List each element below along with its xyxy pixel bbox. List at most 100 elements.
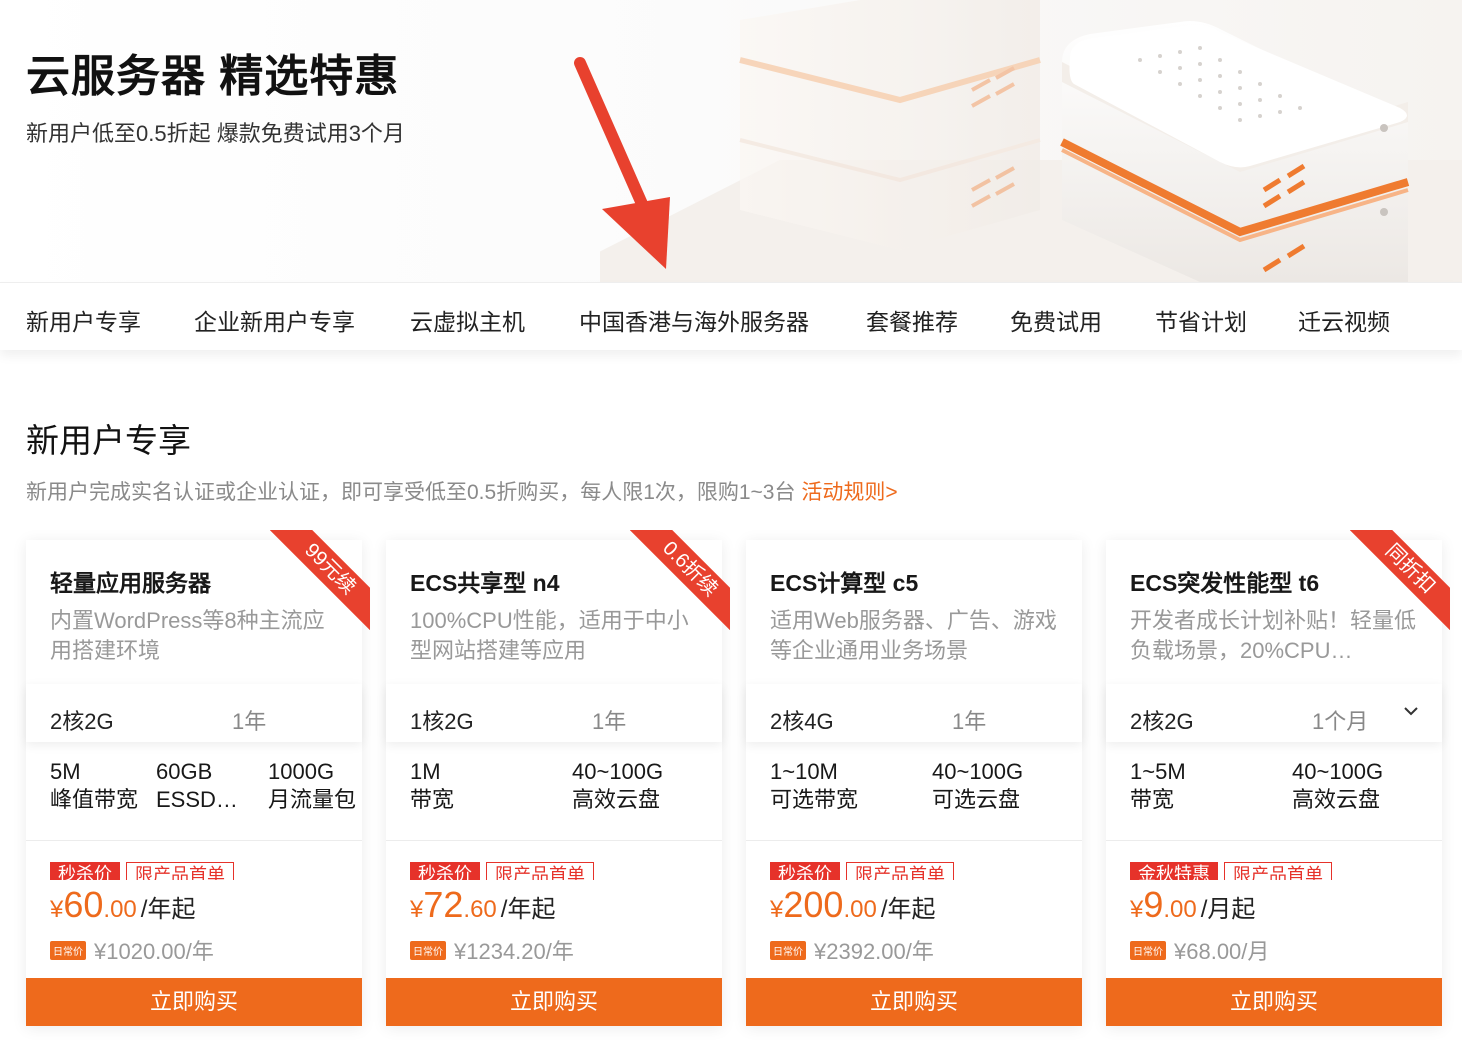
spec-selector[interactable]: 2核4G 1年 — [746, 684, 1082, 742]
feature-label: 高效云盘 — [1292, 787, 1381, 812]
buy-now-button[interactable]: 立即购买 — [386, 978, 722, 1026]
product-name: ECS共享型 n4 — [410, 570, 560, 596]
nav-item-free-trial[interactable]: 免费试用 — [1010, 303, 1102, 337]
feature-label: 带宽 — [410, 787, 455, 812]
tag-list: 秒杀价 限产品首单 — [50, 862, 350, 880]
activity-rules-link[interactable]: 活动规则> — [801, 481, 897, 504]
feature-bandwidth: 1M 带宽 — [410, 758, 454, 814]
price-unit: /年起 — [500, 896, 556, 923]
nav-item-virtual-host[interactable]: 云虚拟主机 — [410, 303, 525, 337]
feature-label: ESSD… — [156, 787, 238, 812]
original-price-badge: 日常价 — [1130, 940, 1166, 960]
feature-value: 40~100G — [932, 759, 1024, 784]
feature-value: 60GB — [156, 759, 213, 784]
divider — [26, 840, 362, 841]
nav-item-migration-video[interactable]: 迁云视频 — [1298, 303, 1390, 337]
product-description: 适用Web服务器、广告、游戏等企业通用业务场景 — [770, 608, 1057, 663]
original-price: 日常价 ¥1020.00/年 — [50, 934, 214, 966]
section-description: 新用户完成实名认证或企业认证，即可享受低至0.5折购买，每人限1次，限购1~3台… — [26, 476, 898, 506]
limit-tag: 限产品首单 — [846, 862, 954, 880]
spec-config: 2核4G — [770, 709, 834, 734]
product-name: 轻量应用服务器 — [50, 570, 211, 596]
price-unit: /年起 — [880, 896, 936, 923]
nav-item-new-user[interactable]: 新用户专享 — [26, 303, 141, 337]
feature-bandwidth: 1~10M 可选带宽 — [770, 758, 858, 814]
category-nav: 新用户专享 企业新用户专享 云虚拟主机 中国香港与海外服务器 套餐推荐 免费试用… — [0, 282, 1462, 350]
product-card: 0.6折续 ECS共享型 n4 100%CPU性能，适用于中小型网站搭建等应用 … — [386, 530, 730, 1026]
spec-duration: 1个月 — [1312, 709, 1369, 734]
feature-disk: 40~100G 可选云盘 — [932, 758, 1023, 814]
currency-symbol: ¥ — [770, 896, 784, 923]
buy-now-button[interactable]: 立即购买 — [1106, 978, 1442, 1026]
original-price: 日常价 ¥1234.20/年 — [410, 934, 574, 966]
limit-tag: 限产品首单 — [486, 862, 594, 880]
divider — [746, 840, 1082, 841]
original-price: 日常价 ¥68.00/月 — [1130, 934, 1269, 966]
section-title: 新用户专享 — [26, 422, 191, 459]
product-name: ECS突发性能型 t6 — [1130, 570, 1320, 596]
product-description: 100%CPU性能，适用于中小型网站搭建等应用 — [410, 608, 689, 663]
spec-selector[interactable]: 2核2G 1个月 — [1106, 684, 1442, 742]
feature-value: 40~100G — [1292, 759, 1384, 784]
price-decimal: .60 — [463, 896, 497, 923]
divider — [386, 840, 722, 841]
price-unit: /年起 — [140, 896, 196, 923]
original-price-value: ¥1234.20/年 — [454, 939, 574, 964]
price-decimal: .00 — [103, 896, 137, 923]
price: ¥60.00/年起 — [50, 884, 195, 926]
nav-item-saving-plan[interactable]: 节省计划 — [1155, 303, 1247, 337]
red-arrow-icon — [574, 57, 670, 269]
original-price: 日常价 ¥2392.00/年 — [770, 934, 934, 966]
divider — [1106, 840, 1442, 841]
spec-selector[interactable]: 2核2G 1年 — [26, 684, 362, 742]
price-integer: 72 — [423, 884, 464, 925]
spec-selector[interactable]: 1核2G 1年 — [386, 684, 722, 742]
nav-item-packages[interactable]: 套餐推荐 — [866, 303, 958, 337]
feature-value: 1000G — [268, 759, 335, 784]
product-description: 内置WordPress等8种主流应用搭建环境 — [50, 608, 325, 663]
spec-config: 2核2G — [1130, 709, 1194, 734]
nav-item-hk-overseas[interactable]: 中国香港与海外服务器 — [579, 303, 809, 337]
server-illustration — [600, 0, 1462, 282]
currency-symbol: ¥ — [410, 896, 424, 923]
feature-value: 5M — [50, 759, 81, 784]
product-name: ECS计算型 c5 — [770, 570, 919, 596]
promo-tag: 金秋特惠 — [1130, 862, 1218, 880]
chevron-down-icon[interactable] — [1402, 702, 1420, 720]
feature-traffic: 1000G 月流量包 — [268, 758, 356, 814]
feature-value: 1~10M — [770, 759, 838, 784]
hero-subtitle: 新用户低至0.5折起 爆款免费试用3个月 — [26, 121, 405, 146]
product-card: ECS计算型 c5 适用Web服务器、广告、游戏等企业通用业务场景 2核4G 1… — [746, 540, 1082, 1026]
nav-item-enterprise-new-user[interactable]: 企业新用户专享 — [194, 303, 355, 337]
original-price-value: ¥68.00/月 — [1174, 939, 1270, 964]
buy-now-button[interactable]: 立即购买 — [26, 978, 362, 1026]
feature-label: 峰值带宽 — [50, 787, 139, 812]
price-integer: 60 — [63, 884, 104, 925]
feature-label: 高效云盘 — [572, 787, 661, 812]
promo-tag: 秒杀价 — [410, 862, 480, 880]
feature-label: 可选云盘 — [932, 787, 1021, 812]
currency-symbol: ¥ — [50, 896, 64, 923]
section-description-text: 新用户完成实名认证或企业认证，即可享受低至0.5折购买，每人限1次，限购1~3台 — [26, 481, 796, 504]
feature-label: 月流量包 — [268, 787, 357, 812]
original-price-badge: 日常价 — [50, 940, 86, 960]
promo-tag: 秒杀价 — [50, 862, 120, 880]
original-price-value: ¥2392.00/年 — [814, 939, 934, 964]
buy-now-button[interactable]: 立即购买 — [746, 978, 1082, 1026]
feature-label: 可选带宽 — [770, 787, 859, 812]
spec-duration: 1年 — [592, 709, 627, 734]
product-description: 开发者成长计划补贴！轻量低负载场景，20%CPU… — [1130, 608, 1417, 663]
limit-tag: 限产品首单 — [126, 862, 234, 880]
product-card: 99元续 轻量应用服务器 内置WordPress等8种主流应用搭建环境 2核2G… — [26, 530, 370, 1026]
feature-disk: 40~100G 高效云盘 — [1292, 758, 1383, 814]
spec-duration: 1年 — [232, 709, 267, 734]
feature-value: 1~5M — [1130, 759, 1186, 784]
hero-banner: 云服务器 精选特惠 新用户低至0.5折起 爆款免费试用3个月 — [0, 0, 1462, 282]
tag-list: 金秋特惠 限产品首单 — [1130, 862, 1430, 880]
tag-list: 秒杀价 限产品首单 — [410, 862, 710, 880]
tag-list: 秒杀价 限产品首单 — [770, 862, 1070, 880]
feature-disk: 40~100G 高效云盘 — [572, 758, 663, 814]
hero-title: 云服务器 精选特惠 — [26, 52, 400, 101]
price-unit: /月起 — [1200, 896, 1256, 923]
feature-label: 带宽 — [1130, 787, 1175, 812]
